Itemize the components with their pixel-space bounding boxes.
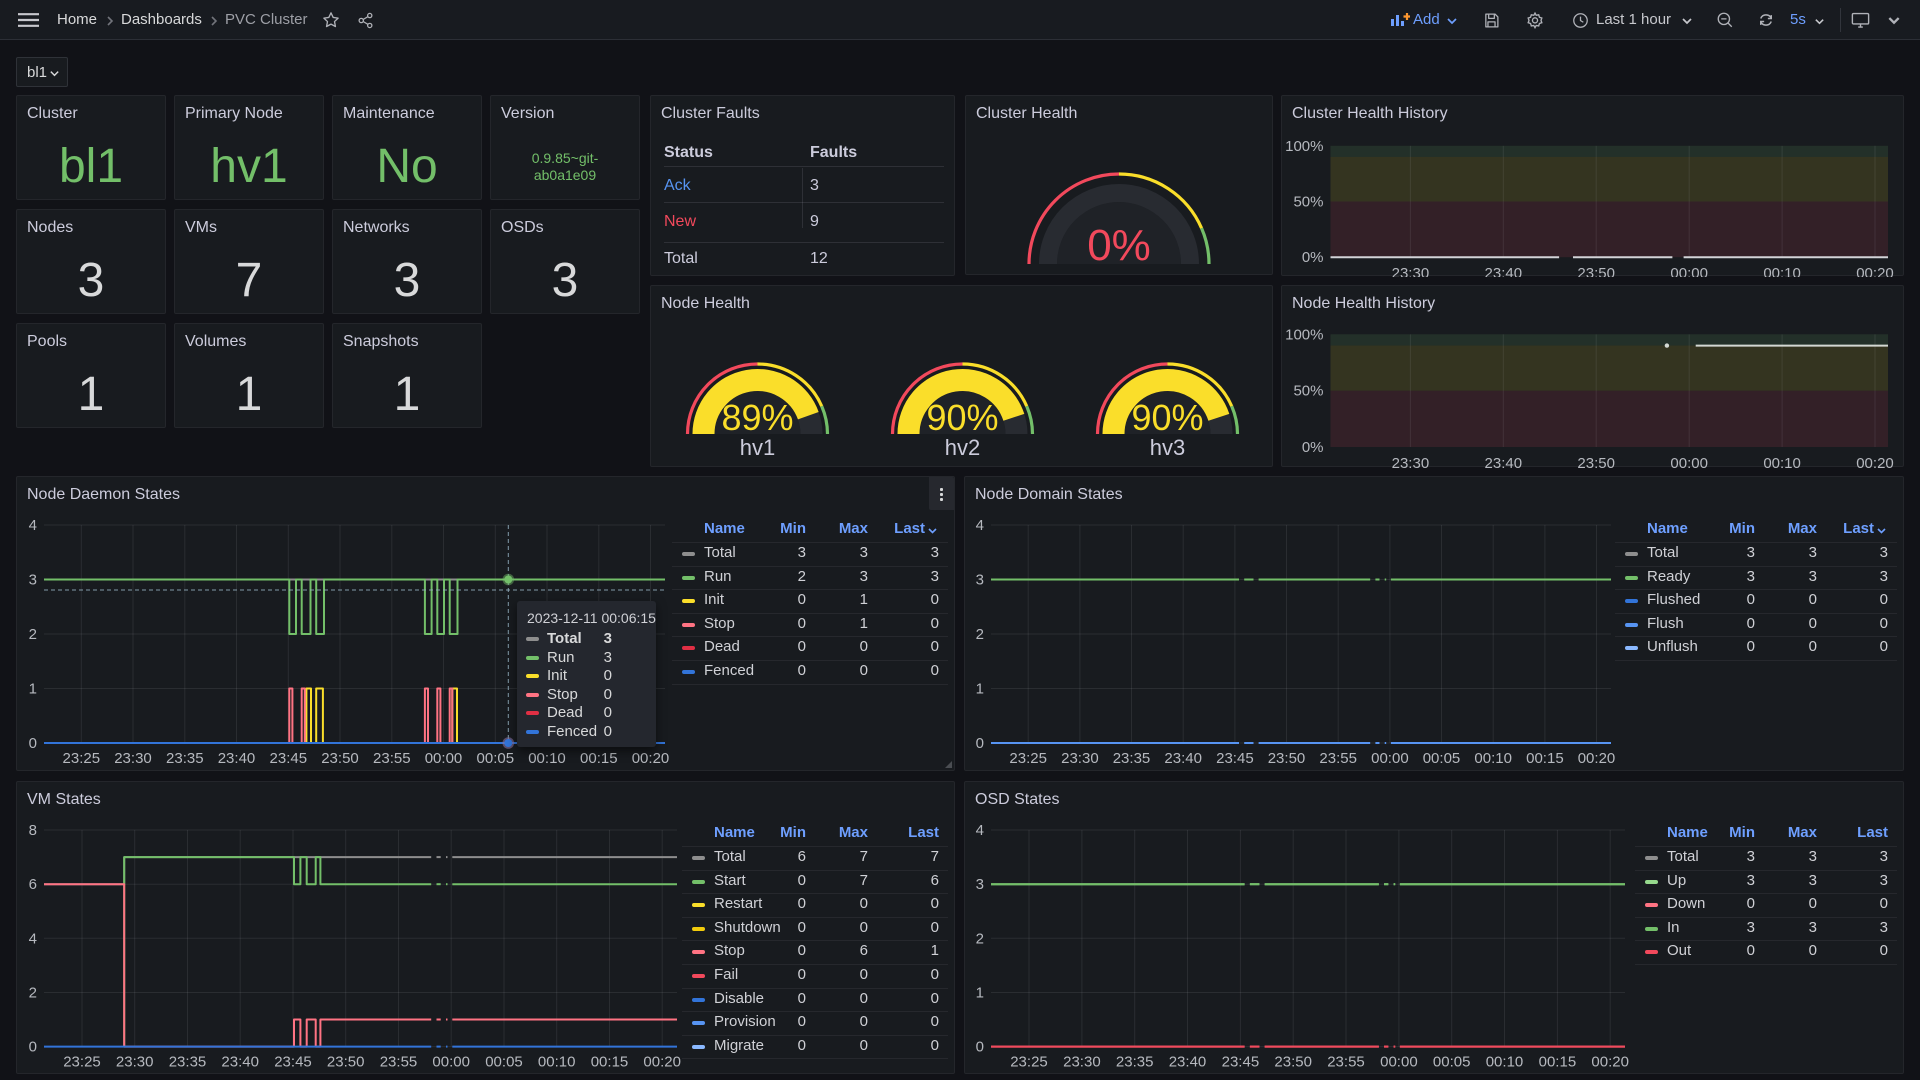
svg-text:00:15: 00:15 [1539,1054,1577,1071]
svg-text:00:00: 00:00 [1670,265,1708,277]
svg-text:23:55: 23:55 [1319,750,1357,767]
svg-text:00:10: 00:10 [1763,265,1801,277]
svg-text:00:20: 00:20 [632,750,670,767]
svg-text:23:35: 23:35 [1113,750,1151,767]
svg-text:3: 3 [29,572,37,589]
svg-text:0: 0 [29,735,37,752]
svg-text:00:00: 00:00 [1670,455,1708,468]
svg-text:50%: 50% [1293,194,1323,211]
svg-text:23:45: 23:45 [274,1054,312,1071]
svg-text:23:30: 23:30 [1063,1054,1101,1071]
svg-text:2: 2 [976,626,984,643]
svg-text:0: 0 [29,1039,37,1056]
svg-text:4: 4 [976,517,984,534]
svg-text:23:25: 23:25 [1010,1054,1048,1071]
svg-text:00:05: 00:05 [485,1054,523,1071]
svg-text:00:20: 00:20 [1591,1054,1629,1071]
svg-text:23:40: 23:40 [1485,455,1523,468]
svg-text:00:10: 00:10 [1474,750,1512,767]
svg-text:23:30: 23:30 [116,1054,154,1071]
svg-text:0: 0 [976,1039,984,1056]
svg-text:00:00: 00:00 [432,1054,470,1071]
svg-text:23:45: 23:45 [270,750,308,767]
svg-text:23:40: 23:40 [1169,1054,1207,1071]
svg-text:2: 2 [29,626,37,643]
svg-text:00:20: 00:20 [643,1054,681,1071]
svg-text:0: 0 [976,735,984,752]
svg-text:23:45: 23:45 [1216,750,1254,767]
svg-text:00:20: 00:20 [1856,265,1894,277]
svg-text:23:35: 23:35 [166,750,204,767]
svg-text:23:35: 23:35 [1116,1054,1154,1071]
svg-text:23:25: 23:25 [63,1054,101,1071]
svg-text:23:40: 23:40 [218,750,256,767]
svg-text:00:10: 00:10 [1486,1054,1524,1071]
svg-text:23:40: 23:40 [1164,750,1202,767]
svg-text:23:40: 23:40 [221,1054,259,1071]
svg-text:00:10: 00:10 [1763,455,1801,468]
svg-text:6: 6 [29,876,37,893]
svg-text:00:00: 00:00 [425,750,463,767]
svg-text:23:55: 23:55 [380,1054,418,1071]
svg-text:23:50: 23:50 [1577,455,1615,468]
svg-text:23:55: 23:55 [1327,1054,1365,1071]
svg-text:23:50: 23:50 [327,1054,365,1071]
svg-text:1: 1 [29,681,37,698]
svg-text:23:25: 23:25 [1009,750,1047,767]
svg-text:3: 3 [976,876,984,893]
svg-text:23:30: 23:30 [1392,265,1430,277]
svg-text:100%: 100% [1285,326,1323,343]
svg-text:00:10: 00:10 [538,1054,576,1071]
svg-text:0%: 0% [1302,249,1324,266]
svg-text:23:50: 23:50 [1274,1054,1312,1071]
svg-text:23:50: 23:50 [1577,265,1615,277]
svg-text:00:20: 00:20 [1578,750,1616,767]
svg-text:00:15: 00:15 [1526,750,1564,767]
svg-text:00:10: 00:10 [528,750,566,767]
svg-text:23:40: 23:40 [1485,265,1523,277]
svg-text:00:00: 00:00 [1371,750,1409,767]
svg-text:00:05: 00:05 [1423,750,1461,767]
svg-text:8: 8 [29,822,37,839]
svg-text:23:55: 23:55 [373,750,411,767]
svg-text:1: 1 [976,985,984,1002]
svg-text:23:50: 23:50 [321,750,359,767]
svg-text:2: 2 [29,985,37,1002]
svg-text:00:00: 00:00 [1380,1054,1418,1071]
svg-text:23:35: 23:35 [169,1054,207,1071]
svg-text:23:30: 23:30 [1061,750,1099,767]
svg-text:0%: 0% [1302,439,1324,456]
svg-text:4: 4 [29,517,37,534]
svg-text:23:30: 23:30 [114,750,152,767]
svg-text:23:45: 23:45 [1222,1054,1260,1071]
svg-text:4: 4 [976,822,984,839]
svg-text:23:30: 23:30 [1392,455,1430,468]
svg-text:23:25: 23:25 [63,750,101,767]
svg-text:50%: 50% [1293,383,1323,400]
svg-text:00:15: 00:15 [591,1054,629,1071]
svg-text:00:20: 00:20 [1856,455,1894,468]
svg-text:00:05: 00:05 [477,750,515,767]
svg-text:100%: 100% [1285,138,1323,155]
svg-text:3: 3 [976,572,984,589]
svg-text:1: 1 [976,681,984,698]
svg-text:2: 2 [976,930,984,947]
svg-text:4: 4 [29,930,37,947]
svg-text:00:15: 00:15 [580,750,618,767]
svg-text:00:05: 00:05 [1433,1054,1471,1071]
svg-text:23:50: 23:50 [1268,750,1306,767]
